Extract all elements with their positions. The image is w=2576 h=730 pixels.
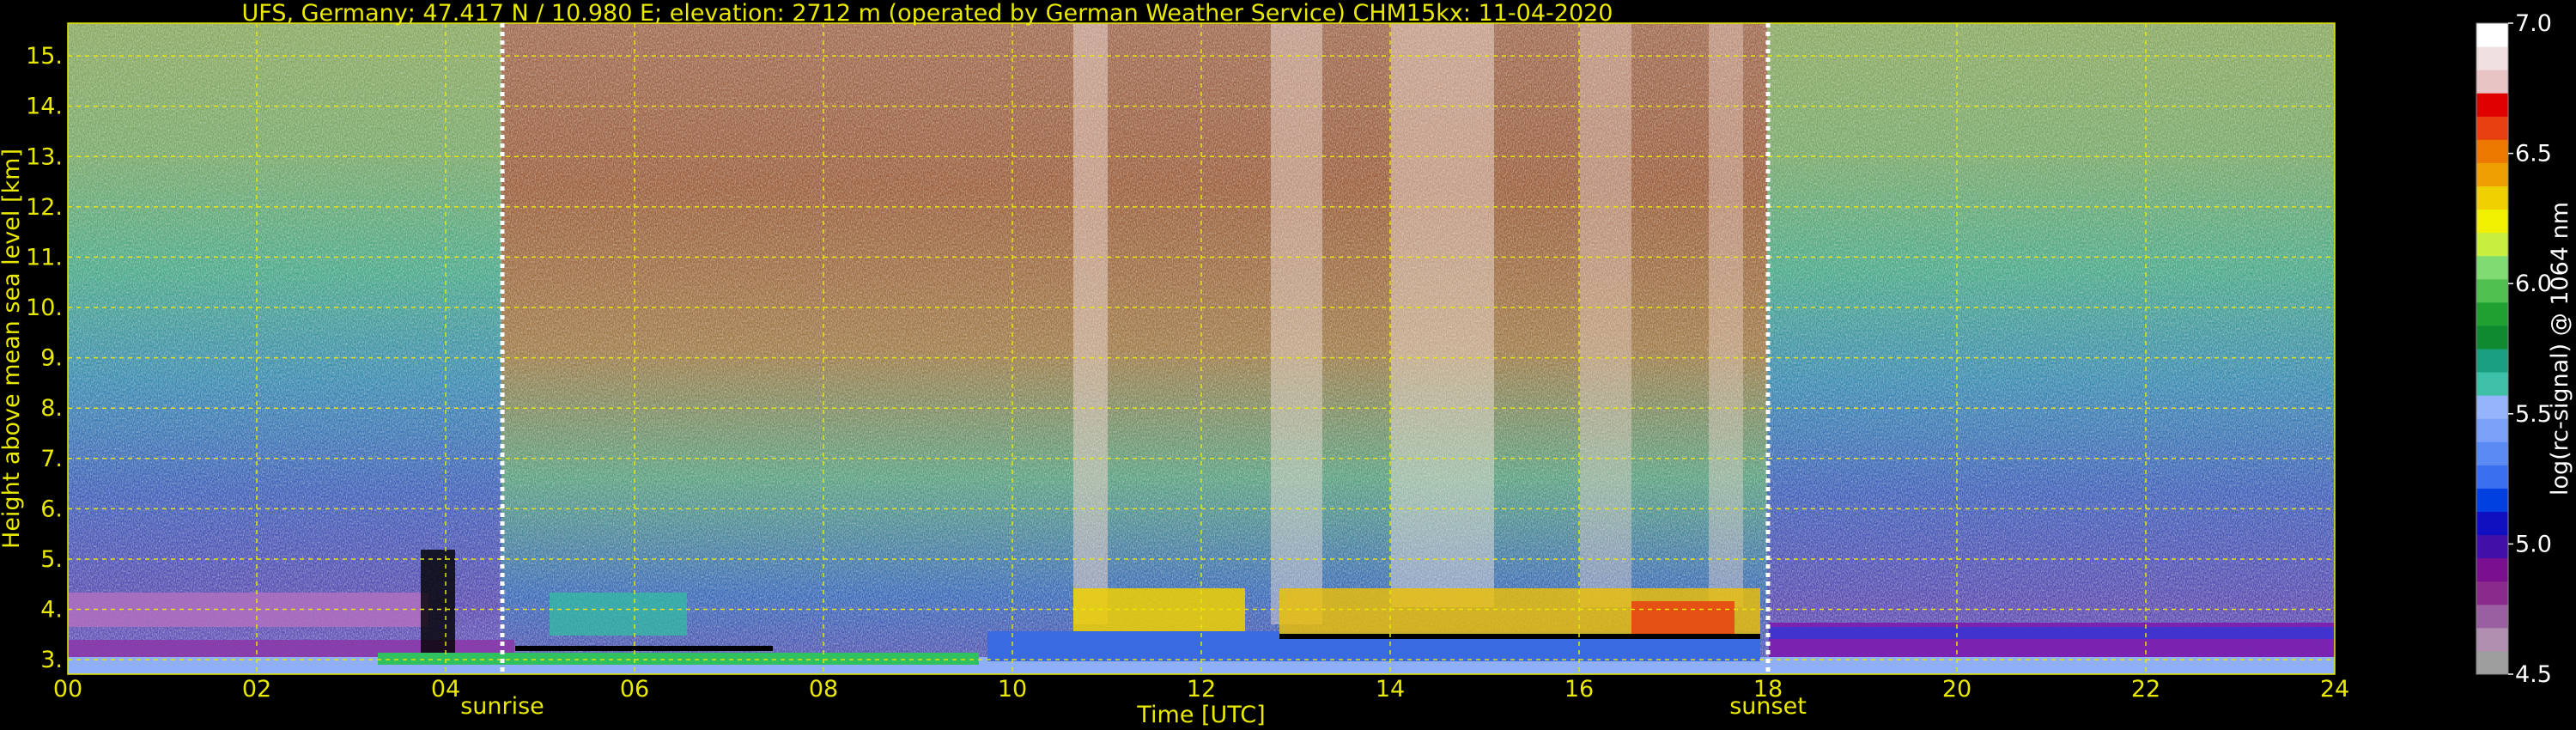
ceilometer-chart: sunrise sunset 00 02 04 06 08 10 12 14 16 18 20 22 24… bbox=[0, 0, 2573, 728]
colorbar-swatch bbox=[2476, 534, 2508, 559]
colorbar-swatch bbox=[2476, 557, 2508, 582]
y-tick-label: 11. bbox=[26, 244, 63, 271]
x-tick-label: 20 bbox=[1942, 676, 1971, 703]
cloud-base-line bbox=[1279, 634, 1760, 639]
x-tick-label: 04 bbox=[431, 676, 460, 703]
colorbar-swatch bbox=[2476, 232, 2508, 257]
colorbar-tick-label: 6.5 bbox=[2515, 141, 2552, 167]
y-tick-label: 5. bbox=[40, 546, 63, 573]
colorbar-swatch bbox=[2476, 418, 2508, 442]
x-tick-label: 02 bbox=[242, 676, 271, 703]
x-tick-label: 18 bbox=[1753, 676, 1783, 703]
y-tick-label: 12. bbox=[26, 194, 63, 221]
colorbar-swatch bbox=[2476, 209, 2508, 234]
chart-title: UFS, Germany; 47.417 N / 10.980 E; eleva… bbox=[242, 0, 1613, 27]
colorbar-tick-label: 5.0 bbox=[2515, 531, 2552, 557]
colorbar-tick-label: 4.5 bbox=[2515, 661, 2552, 688]
y-tick-label: 9. bbox=[40, 345, 63, 372]
x-axis-label: Time [UTC] bbox=[1136, 702, 1265, 728]
colorbar-swatch bbox=[2476, 116, 2508, 140]
y-tick-label: 8. bbox=[40, 395, 63, 422]
colorbar-swatch bbox=[2476, 488, 2508, 512]
colorbar-swatch bbox=[2476, 23, 2508, 47]
colorbar-swatch bbox=[2476, 255, 2508, 280]
y-tick-label: 6. bbox=[40, 496, 63, 522]
colorbar: 4.55.05.56.06.57.0 bbox=[2476, 10, 2552, 688]
colorbar-swatch bbox=[2476, 465, 2508, 489]
y-tick-label: 14. bbox=[26, 94, 63, 120]
x-tick-label: 08 bbox=[809, 676, 838, 703]
aerosol-layer-right bbox=[1769, 627, 2335, 639]
x-tick-label: 16 bbox=[1564, 676, 1594, 703]
colorbar-swatch bbox=[2476, 349, 2508, 373]
colorbar-swatch bbox=[2476, 70, 2508, 94]
colorbar-swatch bbox=[2476, 627, 2508, 652]
colorbar-swatch bbox=[2476, 372, 2508, 396]
x-tick-label: 22 bbox=[2131, 676, 2160, 703]
colorbar-swatch bbox=[2476, 162, 2508, 186]
cloud-base-line bbox=[515, 646, 773, 651]
colorbar-swatch bbox=[2476, 46, 2508, 70]
colorbar-swatch bbox=[2476, 511, 2508, 536]
sunrise-label: sunrise bbox=[460, 693, 544, 720]
colorbar-swatch bbox=[2476, 395, 2508, 419]
x-tick-label: 12 bbox=[1187, 676, 1216, 703]
y-axis-label: Height above mean sea level [km] bbox=[0, 149, 25, 549]
colorbar-swatch bbox=[2476, 301, 2508, 326]
y-ticks: 3. 4. 5. 6. 7. 8. 9. 10. 11. 12. 13. 14. 15. bbox=[26, 43, 63, 673]
colorbar-label: log(rc-signal) @ 1064 nm bbox=[2547, 202, 2573, 496]
colorbar-swatch bbox=[2476, 93, 2508, 117]
colorbar-swatch bbox=[2476, 278, 2508, 303]
y-tick-label: 13. bbox=[26, 143, 63, 170]
cloud-band bbox=[1631, 601, 1735, 636]
colorbar-swatch bbox=[2476, 325, 2508, 350]
x-tick-label: 14 bbox=[1376, 676, 1405, 703]
y-tick-label: 15. bbox=[26, 43, 63, 70]
x-tick-label: 00 bbox=[53, 676, 82, 703]
colorbar-swatch bbox=[2476, 186, 2508, 210]
y-tick-label: 10. bbox=[26, 295, 63, 321]
ground-layer bbox=[378, 653, 979, 665]
x-tick-label: 06 bbox=[620, 676, 649, 703]
x-tick-label: 24 bbox=[2320, 676, 2349, 703]
y-tick-label: 3. bbox=[40, 647, 63, 673]
dark-gap bbox=[421, 550, 455, 653]
colorbar-swatch bbox=[2476, 650, 2508, 675]
colorbar-swatch bbox=[2476, 441, 2508, 465]
colorbar-swatch bbox=[2476, 581, 2508, 605]
cloud-band bbox=[550, 593, 687, 636]
colorbar-swatch bbox=[2476, 604, 2508, 629]
x-tick-label: 10 bbox=[998, 676, 1027, 703]
y-tick-label: 4. bbox=[40, 597, 63, 624]
colorbar-tick-label: 7.0 bbox=[2515, 10, 2552, 37]
y-tick-label: 7. bbox=[40, 446, 63, 472]
colorbar-swatch bbox=[2476, 139, 2508, 163]
x-ticks: 00 02 04 06 08 10 12 14 16 18 20 22 24 bbox=[53, 676, 2349, 703]
